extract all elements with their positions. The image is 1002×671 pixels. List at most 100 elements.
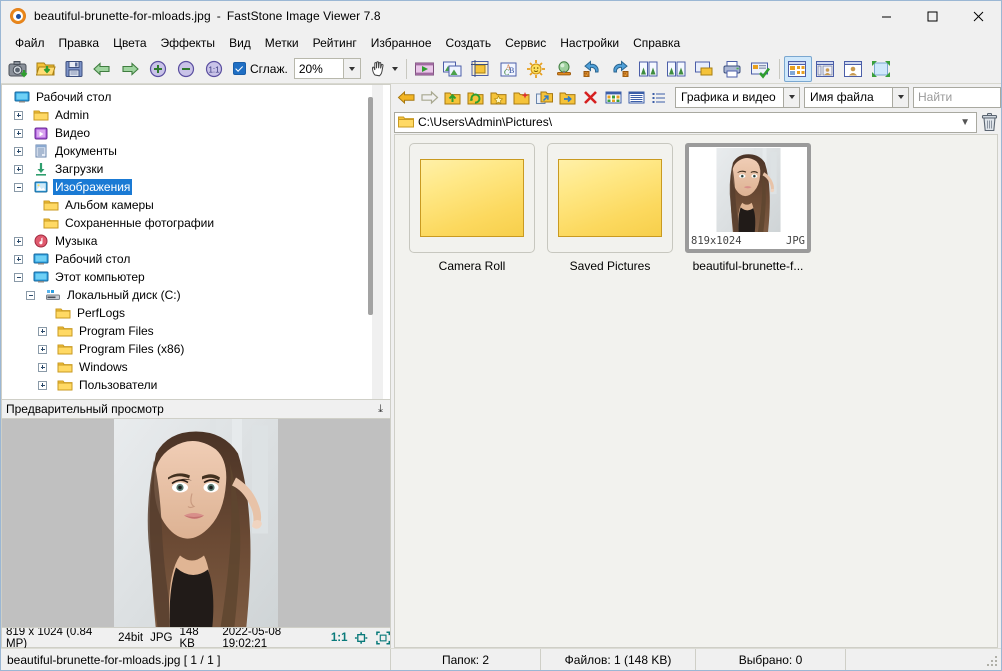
- favorites-folder-icon[interactable]: [487, 86, 510, 108]
- previous-image-icon[interactable]: [89, 56, 117, 82]
- menu-view[interactable]: Вид: [222, 34, 258, 52]
- tree-item-users[interactable]: Пользователи: [2, 376, 390, 394]
- fit-window-icon[interactable]: [354, 631, 368, 645]
- expander-plus-icon[interactable]: [38, 326, 47, 336]
- file-filter-dropdown-arrow[interactable]: [783, 86, 800, 108]
- forward-arrow-icon[interactable]: [418, 86, 441, 108]
- chevron-double-down-icon[interactable]: ⤓: [378, 403, 383, 415]
- expander-plus-icon[interactable]: [38, 362, 47, 372]
- close-button[interactable]: [955, 1, 1001, 32]
- tree-item-this-computer[interactable]: Этот компьютер: [2, 268, 390, 286]
- tree-item-downloads[interactable]: Загрузки: [2, 160, 390, 178]
- tree-item-pictures[interactable]: Изображения: [2, 178, 390, 196]
- tree-scrollbar[interactable]: [368, 85, 383, 399]
- tree-item-desktop-root[interactable]: Рабочий стол: [2, 88, 390, 106]
- expander-minus-icon[interactable]: [14, 182, 23, 192]
- resize-canvas-icon[interactable]: [663, 56, 691, 82]
- thumbnail-item-image[interactable]: 819x1024 JPG beautiful-brunette-f...: [679, 143, 817, 273]
- tree-item-saved-pictures[interactable]: Сохраненные фотографии: [2, 214, 390, 232]
- tree-item-desktop[interactable]: Рабочий стол: [2, 250, 390, 268]
- file-filter-combo[interactable]: Графика и видео: [675, 86, 800, 108]
- resize-icon[interactable]: [635, 56, 663, 82]
- refresh-folder-icon[interactable]: [464, 86, 487, 108]
- tree-item-camera-roll[interactable]: Альбом камеры: [2, 196, 390, 214]
- chevron-down-icon[interactable]: ▼: [960, 117, 970, 128]
- search-input[interactable]: Найти: [913, 86, 1001, 108]
- thumbnail-frame[interactable]: [409, 143, 535, 253]
- preview-view-icon[interactable]: [840, 56, 868, 82]
- tree-item-local-disk-c[interactable]: Локальный диск (C:): [2, 286, 390, 304]
- rotate-right-icon[interactable]: 90: [607, 56, 635, 82]
- smoothing-checkbox[interactable]: Сглаж.: [233, 62, 288, 76]
- print-icon[interactable]: [719, 56, 747, 82]
- thumbnail-item-camera-roll[interactable]: Camera Roll: [403, 143, 541, 273]
- actual-size-icon[interactable]: 1:1: [201, 56, 229, 82]
- zoom-level-dropdown-arrow[interactable]: [342, 58, 361, 79]
- open-folder-icon[interactable]: [33, 56, 61, 82]
- file-filter-value[interactable]: Графика и видео: [675, 86, 783, 108]
- save-as-icon[interactable]: [61, 56, 89, 82]
- thumbnails-mode-icon[interactable]: [602, 86, 625, 108]
- menu-tags[interactable]: Метки: [258, 34, 306, 52]
- move-to-folder-icon[interactable]: [556, 86, 579, 108]
- expander-plus-icon[interactable]: [38, 344, 47, 354]
- maximize-button[interactable]: [909, 1, 955, 32]
- list-mode-icon[interactable]: [625, 86, 648, 108]
- recycle-bin-icon[interactable]: [981, 112, 998, 132]
- next-image-icon[interactable]: [117, 56, 145, 82]
- sort-value[interactable]: Имя файла: [804, 86, 892, 108]
- preview-panel-header[interactable]: Предварительный просмотр ⤓: [1, 400, 391, 419]
- menu-create[interactable]: Создать: [439, 34, 499, 52]
- adjust-colors-icon[interactable]: A C B: [495, 56, 523, 82]
- expander-plus-icon[interactable]: [14, 128, 23, 138]
- thumbnail-frame-selected[interactable]: 819x1024 JPG: [685, 143, 811, 253]
- zoom-out-icon[interactable]: [173, 56, 201, 82]
- menu-file[interactable]: Файл: [8, 34, 52, 52]
- actual-pixels-icon[interactable]: [375, 631, 390, 645]
- tree-item-videos[interactable]: Видео: [2, 124, 390, 142]
- tree-scrollbar-thumb[interactable]: [368, 97, 373, 315]
- filmstrip-view-icon[interactable]: [812, 56, 840, 82]
- delete-icon[interactable]: [579, 86, 602, 108]
- menu-effects[interactable]: Эффекты: [154, 34, 223, 52]
- zoom-in-icon[interactable]: [145, 56, 173, 82]
- expander-plus-icon[interactable]: [14, 164, 23, 174]
- menu-favorites[interactable]: Избранное: [364, 34, 439, 52]
- hand-tool-dropdown-icon[interactable]: [391, 66, 398, 71]
- expander-plus-icon[interactable]: [14, 254, 23, 264]
- menu-colors[interactable]: Цвета: [106, 34, 153, 52]
- expander-plus-icon[interactable]: [14, 110, 23, 120]
- adjust-lighting-icon[interactable]: [523, 56, 551, 82]
- tree-item-documents[interactable]: Документы: [2, 142, 390, 160]
- new-folder-icon[interactable]: [510, 86, 533, 108]
- tree-item-windows[interactable]: Windows: [2, 358, 390, 376]
- expander-plus-icon[interactable]: [14, 236, 23, 246]
- rotate-left-icon[interactable]: 90: [579, 56, 607, 82]
- expander-minus-icon[interactable]: [14, 272, 23, 282]
- red-eye-icon[interactable]: [551, 56, 579, 82]
- compare-images-icon[interactable]: [439, 56, 467, 82]
- tree-item-program-files-x86[interactable]: Program Files (x86): [2, 340, 390, 358]
- resize-grip-icon[interactable]: [987, 656, 999, 668]
- hand-tool-button[interactable]: [369, 59, 398, 79]
- minimize-button[interactable]: [863, 1, 909, 32]
- menu-tools[interactable]: Сервис: [498, 34, 553, 52]
- slideshow-icon[interactable]: [411, 56, 439, 82]
- path-combo[interactable]: C:\Users\Admin\Pictures\ ▼: [394, 111, 977, 133]
- preview-image-area[interactable]: [1, 419, 391, 628]
- tree-item-perflogs[interactable]: PerfLogs: [2, 304, 390, 322]
- expander-minus-icon[interactable]: [26, 290, 35, 300]
- fullscreen-icon[interactable]: [868, 56, 896, 82]
- crop-icon[interactable]: [467, 56, 495, 82]
- zoom-level-combo[interactable]: 20%: [293, 58, 361, 79]
- tree-item-admin[interactable]: Admin: [2, 106, 390, 124]
- smoothing-check-box[interactable]: [233, 62, 246, 75]
- thumbnail-frame[interactable]: [547, 143, 673, 253]
- zoom-level-input[interactable]: 20%: [293, 58, 343, 79]
- tree-item-program-files[interactable]: Program Files: [2, 322, 390, 340]
- details-mode-icon[interactable]: [648, 86, 671, 108]
- menu-edit[interactable]: Правка: [52, 34, 107, 52]
- sort-combo[interactable]: Имя файла: [804, 86, 909, 108]
- acquire-camera-icon[interactable]: [5, 56, 33, 82]
- back-arrow-icon[interactable]: [395, 86, 418, 108]
